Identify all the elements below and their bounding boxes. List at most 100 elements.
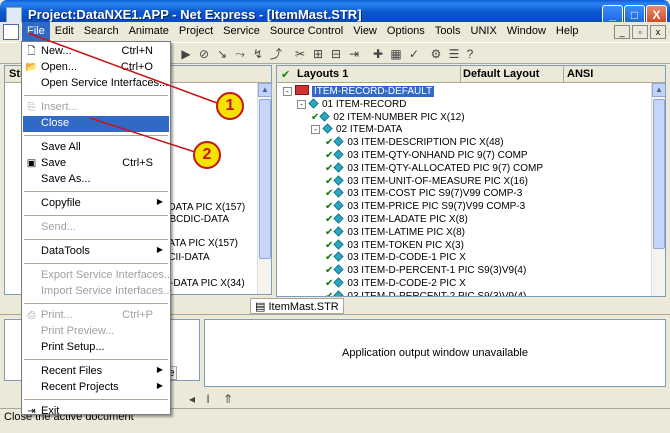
file-menu-print-setup[interactable]: Print Setup... xyxy=(23,340,169,356)
app-icon[interactable] xyxy=(6,7,22,23)
tree-collapse-icon[interactable]: ⊟ xyxy=(328,46,344,62)
tree-node[interactable]: ✔ 03 ITEM-LADATE PIC X(8) xyxy=(325,213,468,226)
mdi-restore-button[interactable]: ▫ xyxy=(632,25,648,39)
file-menu-save-as[interactable]: Save As... xyxy=(23,172,169,188)
tree-toggle-icon[interactable]: - xyxy=(311,125,320,135)
tree-node[interactable]: ✔ 03 ITEM-PRICE PIC S9(7)V99 COMP-3 xyxy=(325,200,525,213)
menu-service[interactable]: Service xyxy=(218,22,265,42)
tree-toggle-icon[interactable]: - xyxy=(297,99,306,109)
file-menu-import-service-interfaces[interactable]: Import Service Interfaces... xyxy=(23,284,172,300)
check-icon: ✔ xyxy=(325,214,334,225)
breakpoint-icon[interactable]: ⊘ xyxy=(196,46,212,62)
indent-icon[interactable]: ⇥ xyxy=(346,46,362,62)
check-icon: ✔ xyxy=(325,137,334,149)
grid-icon[interactable]: ▦ xyxy=(388,46,404,62)
file-menu-open-service-interfaces[interactable]: Open Service Interfaces... xyxy=(23,76,169,92)
layout-editor-pane[interactable]: ✔ Layouts 1 Default Layout ANSI - ITEM-RE… xyxy=(276,65,666,297)
tree-node[interactable]: ✔ 03 ITEM-D-PERCENT-1 PIC S9(3)V9(4) xyxy=(325,264,526,277)
application-output-pane: Application output window unavailable xyxy=(204,319,666,387)
left-pane-scrollbar[interactable]: ▲ xyxy=(257,83,272,294)
run-icon[interactable]: ↯ xyxy=(250,46,266,62)
tree-expand-icon[interactable]: ⊞ xyxy=(310,46,326,62)
tree-node[interactable]: ✔ 02 ITEM-NUMBER PIC X(12) xyxy=(311,111,465,124)
tree-node-label: 03 ITEM-UNIT-OF-MEASURE PIC X(16) xyxy=(347,175,528,187)
scroll-up-icon[interactable]: ▲ xyxy=(258,83,272,97)
file-menu-datatools[interactable]: DataTools ▶ xyxy=(23,244,169,260)
mdi-minimize-button[interactable]: _ xyxy=(614,25,630,39)
up-arrow-icon[interactable]: ⇑ xyxy=(220,391,236,407)
file-menu-close[interactable]: Close xyxy=(23,116,169,132)
add-icon[interactable]: ✚ xyxy=(370,46,386,62)
column-ansi[interactable]: ANSI xyxy=(567,68,593,80)
scroll-up-icon[interactable]: ▲ xyxy=(652,83,665,97)
file-menu-print-preview[interactable]: Print Preview... xyxy=(23,324,169,340)
tree-node[interactable]: - 02 ITEM-DATA xyxy=(311,123,402,136)
menu-search[interactable]: Search xyxy=(79,22,124,42)
menu-unix[interactable]: UNIX xyxy=(466,22,502,42)
document-icon[interactable] xyxy=(3,24,19,40)
file-menu-copyfile[interactable]: Copyfile ▶ xyxy=(23,196,169,212)
tree-node[interactable]: - 01 ITEM-RECORD xyxy=(297,98,406,111)
tree-node[interactable]: ✔ 03 ITEM-DESCRIPTION PIC X(48) xyxy=(325,136,504,149)
menu-animate[interactable]: Animate xyxy=(124,22,174,42)
file-menu-exit[interactable]: ⇥ Exit xyxy=(23,404,169,420)
tree-node[interactable]: ✔ 03 ITEM-COST PIC S9(7)V99 COMP-3 xyxy=(325,187,522,200)
step-icon[interactable]: ↘ xyxy=(214,46,230,62)
mdi-close-button[interactable]: x xyxy=(650,25,666,39)
right-pane-scrollbar[interactable]: ▲ xyxy=(651,83,665,296)
file-menu-new[interactable]: 🗋 New... Ctrl+N xyxy=(23,44,169,60)
menu-source-control[interactable]: Source Control xyxy=(265,22,348,42)
properties-icon[interactable]: ⚙ xyxy=(428,46,444,62)
tree-toggle-icon[interactable]: - xyxy=(283,87,292,96)
cursor-icon[interactable]: I xyxy=(200,391,216,407)
tree-node[interactable]: - ITEM-RECORD-DEFAULT xyxy=(283,85,435,98)
file-menu-recent-projects[interactable]: Recent Projects ▶ xyxy=(23,380,169,396)
scroll-thumb[interactable] xyxy=(259,99,271,259)
menu-tools[interactable]: Tools xyxy=(430,22,466,42)
list-icon[interactable]: ☰ xyxy=(446,46,462,62)
layouts-check-icon: ✔ xyxy=(281,69,291,81)
menu-item-label: Send... xyxy=(41,221,76,233)
help-context-icon[interactable]: ? xyxy=(462,46,478,62)
menu-help[interactable]: Help xyxy=(551,22,584,42)
file-menu-print[interactable]: ⎙ Print... Ctrl+P xyxy=(23,308,169,324)
column-layouts[interactable]: Layouts 1 xyxy=(297,68,348,80)
file-menu-recent-files[interactable]: Recent Files ▶ xyxy=(23,364,169,380)
file-menu-send[interactable]: Send... xyxy=(23,220,169,236)
animate-icon[interactable]: ▶ xyxy=(178,46,194,62)
menu-project[interactable]: Project xyxy=(174,22,218,42)
menu-window[interactable]: Window xyxy=(502,22,551,42)
scroll-thumb[interactable] xyxy=(653,99,665,249)
menu-file[interactable]: File xyxy=(22,22,50,42)
insert-icon: ⎘ xyxy=(27,102,36,113)
submenu-arrow-icon: ▶ xyxy=(156,197,163,206)
zoom-icon[interactable]: ⤴ xyxy=(268,46,284,62)
tree-node[interactable]: ✔ 03 ITEM-D-CODE-1 PIC X xyxy=(325,251,466,264)
tree-node[interactable]: ✔ 03 ITEM-D-PERCENT-2 PIC S9(3)V9(4) xyxy=(325,290,526,296)
menu-view[interactable]: View xyxy=(348,22,382,42)
tree-node[interactable]: ✔ 03 ITEM-QTY-ALLOCATED PIC 9(7) COMP xyxy=(325,162,543,175)
file-menu-save-all[interactable]: Save All xyxy=(23,140,169,156)
tree-node[interactable]: ✔ 03 ITEM-UNIT-OF-MEASURE PIC X(16) xyxy=(325,175,528,188)
tree-node-label: 03 ITEM-TOKEN PIC X(3) xyxy=(347,239,464,251)
file-menu-open[interactable]: 📂 Open... Ctrl+O xyxy=(23,60,169,76)
field-icon xyxy=(308,98,319,109)
tree-node[interactable]: ✔ 03 ITEM-QTY-ONHAND PIC 9(7) COMP xyxy=(325,149,528,162)
check-icon[interactable]: ✓ xyxy=(406,46,422,62)
tree-node[interactable]: ✔ 03 ITEM-D-CODE-2 PIC X xyxy=(325,277,466,290)
field-icon xyxy=(333,149,344,160)
nav-icon[interactable]: ◂ xyxy=(184,391,200,407)
step-over-icon[interactable]: ⤳ xyxy=(232,46,248,62)
column-default-layout[interactable]: Default Layout xyxy=(463,68,539,80)
tab-itemmast[interactable]: ▤ ItemMast.STR xyxy=(250,298,344,314)
file-menu-save[interactable]: ▣ Save Ctrl+S xyxy=(23,156,169,172)
file-menu-insert[interactable]: ⎘ Insert... xyxy=(23,100,169,116)
check-icon: ✔ xyxy=(325,239,334,251)
tree-node[interactable]: ✔ 03 ITEM-TOKEN PIC X(3) xyxy=(325,239,464,252)
menu-edit[interactable]: Edit xyxy=(50,22,79,42)
menu-options[interactable]: Options xyxy=(382,22,430,42)
tree-node[interactable]: ✔ 03 ITEM-LATIME PIC X(8) xyxy=(325,226,465,239)
cut-icon[interactable]: ✂ xyxy=(292,46,308,62)
file-menu-export-service-interfaces[interactable]: Export Service Interfaces... xyxy=(23,268,173,284)
record-layout-tree[interactable]: - ITEM-RECORD-DEFAULT -01 ITEM-RECORD ✔ 02 I… xyxy=(277,84,651,296)
